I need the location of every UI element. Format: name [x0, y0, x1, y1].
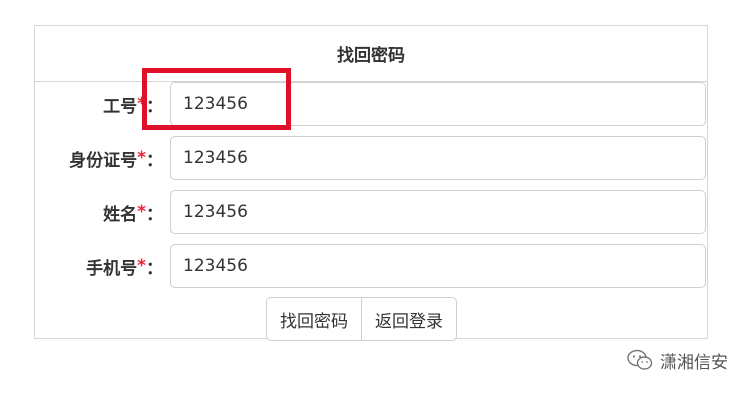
name-input[interactable]	[170, 190, 706, 234]
recover-password-panel: 找回密码 工号*： 身份证号*： 姓名*： 手机号*： 找回密码 返回登录	[34, 25, 708, 341]
recover-password-button[interactable]: 找回密码	[266, 297, 362, 341]
label-colon: ：	[146, 150, 163, 171]
phone-label-text: 手机号	[86, 258, 138, 279]
form-actions: 找回密码 返回登录	[266, 297, 457, 341]
name-label-text: 姓名	[103, 204, 138, 225]
form-row-phone: 手机号 *：	[35, 244, 707, 288]
panel-title: 找回密码	[35, 26, 707, 82]
required-mark: *	[137, 94, 146, 114]
employee-id-label-text: 工号	[103, 96, 138, 117]
label-colon: ：	[146, 204, 163, 225]
back-to-login-button[interactable]: 返回登录	[362, 297, 457, 341]
required-mark: *	[137, 148, 146, 168]
label-colon: ：	[146, 258, 163, 279]
phone-label: 手机号 *：	[86, 244, 163, 288]
id-card-input[interactable]	[170, 136, 706, 180]
label-colon: ：	[146, 96, 163, 117]
required-mark: *	[137, 256, 146, 276]
watermark-text: 潇湘信安	[660, 352, 728, 373]
phone-input[interactable]	[170, 244, 706, 288]
wechat-icon	[627, 349, 653, 370]
employee-id-label: 工号 *：	[103, 82, 163, 126]
form-row-name: 姓名 *：	[35, 190, 707, 234]
form-row-employee-id: 工号 *：	[35, 82, 707, 126]
watermark: 潇湘信安	[626, 348, 728, 373]
required-mark: *	[137, 202, 146, 222]
id-card-label: 身份证号 *：	[69, 136, 163, 180]
name-label: 姓名 *：	[103, 190, 163, 234]
employee-id-input[interactable]	[170, 82, 706, 126]
form-row-id-card: 身份证号 *：	[35, 136, 707, 180]
id-card-label-text: 身份证号	[69, 150, 138, 171]
